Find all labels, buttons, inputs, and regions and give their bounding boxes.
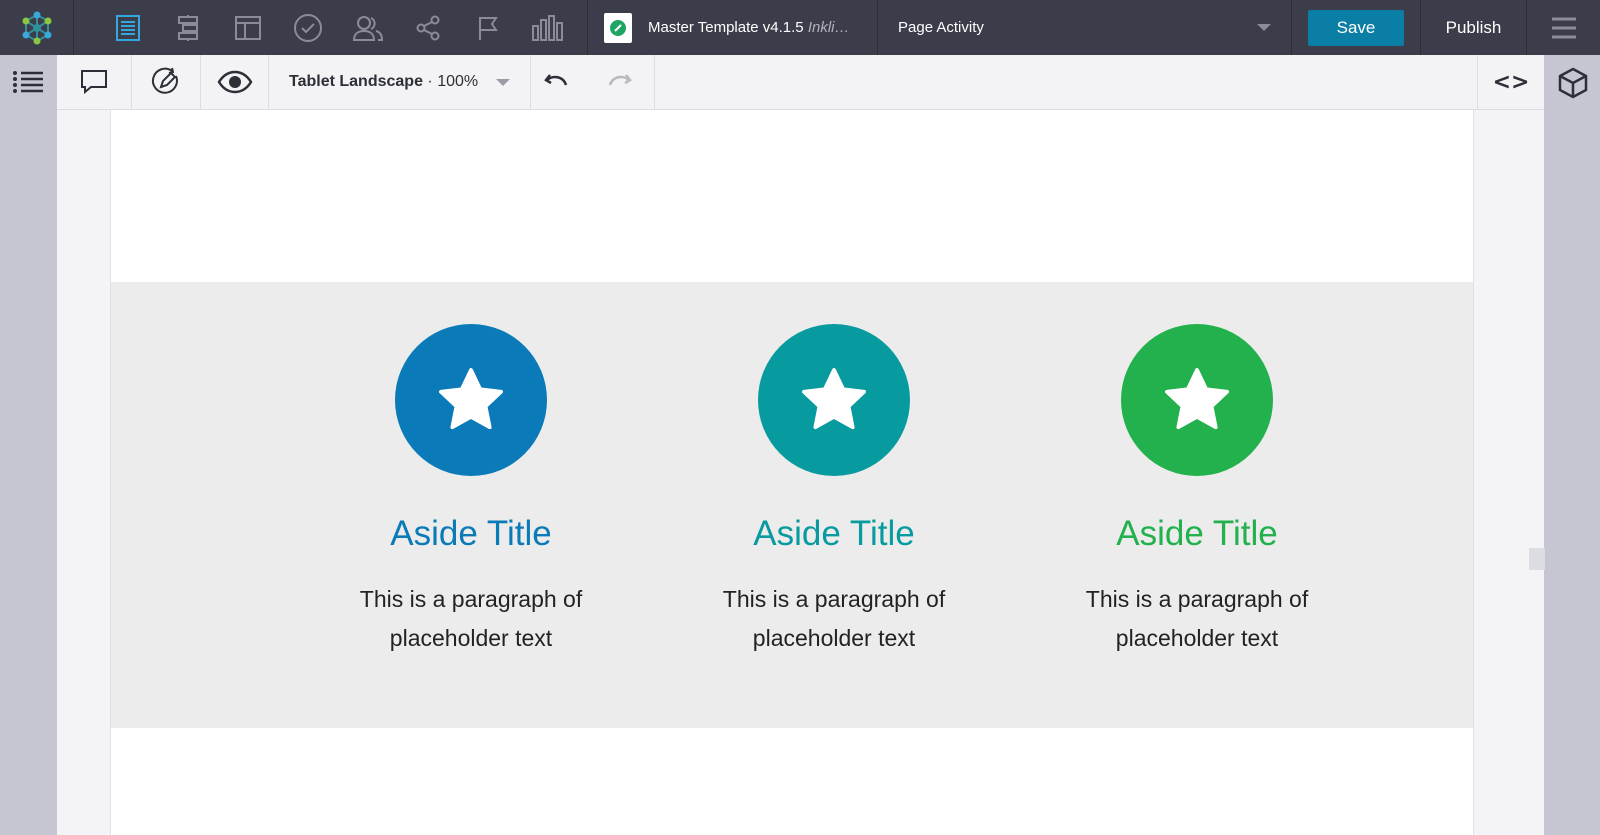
aside-item[interactable]: Aside Title This is a paragraph of placeh… [321,282,621,658]
aside-title: Aside Title [390,514,552,553]
users-icon[interactable] [338,0,398,55]
aside-title: Aside Title [1116,514,1278,553]
aside-item[interactable]: Aside Title This is a paragraph of placeh… [1047,282,1347,658]
app-logo-icon[interactable] [0,0,74,55]
check-icon[interactable] [278,0,338,55]
document-info[interactable]: Master Template v4.1.5 Inkli… [588,0,878,55]
viewport-label: Tablet Landscape [289,73,423,90]
aside-item[interactable]: Aside Title This is a paragraph of placeh… [684,282,984,658]
aside-paragraph-line: placeholder text [389,625,553,651]
aside-icon-circle [758,324,910,476]
aside-paragraph: This is a paragraph of placeholder text [684,580,984,658]
aside-paragraph: This is a paragraph of placeholder text [1047,580,1347,658]
star-icon [439,368,503,430]
page-selector-label: Page Activity [898,19,984,36]
left-rail [0,55,57,835]
undo-icon[interactable] [531,55,583,110]
aside-paragraph-line: This is a paragraph of [1085,586,1309,612]
chevron-down-icon [1257,24,1271,31]
scrollbar-thumb[interactable] [1529,548,1545,570]
page-selector[interactable]: Page Activity [878,0,1292,55]
layout-icon[interactable] [218,0,278,55]
page-content-icon[interactable] [98,0,158,55]
hamburger-menu-icon[interactable] [1527,0,1600,55]
aside-paragraph: This is a paragraph of placeholder text [321,580,621,658]
viewport-selector[interactable]: Tablet Landscape · 100% [269,54,532,110]
aside-paragraph-line: This is a paragraph of [722,586,946,612]
edit-mode-icon[interactable] [132,54,201,110]
document-subtitle: Inkli… [807,19,850,36]
mode-toolbar [74,0,588,55]
document-title-text: Master Template v4.1.5 [648,19,804,36]
aside-band[interactable]: Aside Title This is a paragraph of placeh… [111,282,1473,728]
aside-title: Aside Title [753,514,915,553]
redo-icon[interactable] [583,54,656,110]
aside-icon-circle [395,324,547,476]
save-button[interactable]: Save [1308,9,1404,46]
cube-icon[interactable] [1556,66,1590,105]
document-title: Master Template v4.1.5 Inkli… [648,19,850,36]
star-icon [1165,368,1229,430]
save-area: Save [1292,0,1420,55]
zoom-level: · 100% [427,73,479,90]
aside-paragraph-line: placeholder text [1115,625,1279,651]
analytics-icon[interactable] [518,0,578,55]
preview-eye-icon[interactable] [201,54,269,110]
aside-paragraph-line: This is a paragraph of [359,586,583,612]
chevron-down-icon [496,78,511,86]
aside-icon-circle [1121,324,1273,476]
outline-list-icon[interactable] [12,68,44,101]
star-icon [802,368,866,430]
right-rail [1544,55,1600,835]
aside-paragraph-line: placeholder text [752,625,916,651]
comment-icon[interactable] [57,54,132,110]
structure-icon[interactable] [158,0,218,55]
page-preview: Aside Title This is a paragraph of placeh… [110,110,1474,835]
flag-icon[interactable] [458,0,518,55]
share-icon[interactable] [398,0,458,55]
code-view-button[interactable]: <> [1477,55,1544,110]
top-bar: Master Template v4.1.5 Inkli… Page Activ… [0,0,1600,55]
document-thumbnail-icon [604,12,632,43]
publish-button[interactable]: Publish [1420,0,1527,55]
editor-toolbar: Tablet Landscape · 100% <> [57,54,1544,110]
